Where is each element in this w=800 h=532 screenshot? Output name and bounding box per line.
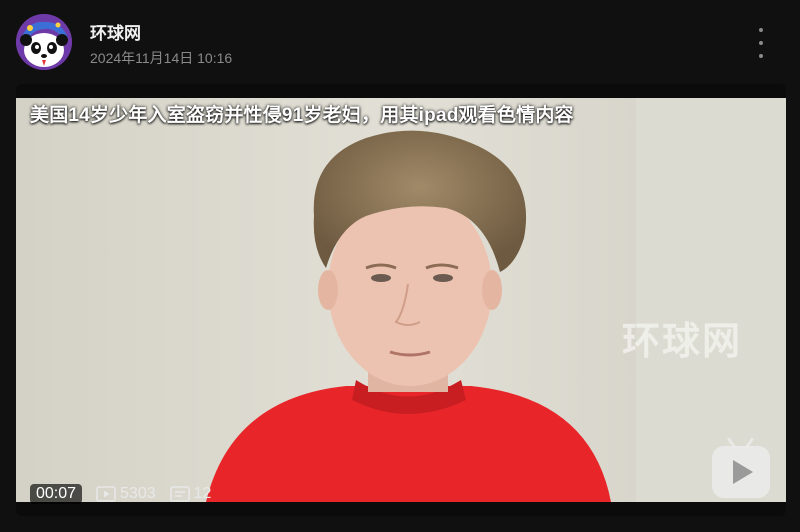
video-player[interactable]: 美国14岁少年入室盗窃并性侵91岁老妇，用其ipad观看色情内容 环球网 00:… [16, 84, 786, 516]
view-count-value: 5303 [120, 485, 156, 502]
watermark-text: 环球网 [622, 318, 743, 363]
comment-icon [169, 486, 190, 502]
panda-avatar-icon [16, 14, 72, 70]
author-avatar[interactable] [16, 14, 72, 70]
tv-play-icon[interactable] [712, 437, 770, 498]
video-frame [16, 98, 786, 502]
more-vertical-icon[interactable] [750, 28, 772, 58]
comment-count: 12 [169, 485, 212, 503]
author-name[interactable]: 环球网 [90, 19, 141, 44]
view-count: 5303 [96, 485, 156, 503]
video-stats: 00:07 5303 12 [30, 484, 211, 504]
post-header: 环球网 2024年11月14日 10:16 [0, 0, 800, 84]
comment-count-value: 12 [193, 485, 212, 502]
video-caption: 美国14岁少年入室盗窃并性侵91岁老妇，用其ipad观看色情内容 [30, 105, 574, 126]
post-time: 2024年11月14日 10:16 [90, 50, 233, 66]
play-count-icon [96, 486, 116, 502]
video-duration: 00:07 [30, 484, 83, 504]
